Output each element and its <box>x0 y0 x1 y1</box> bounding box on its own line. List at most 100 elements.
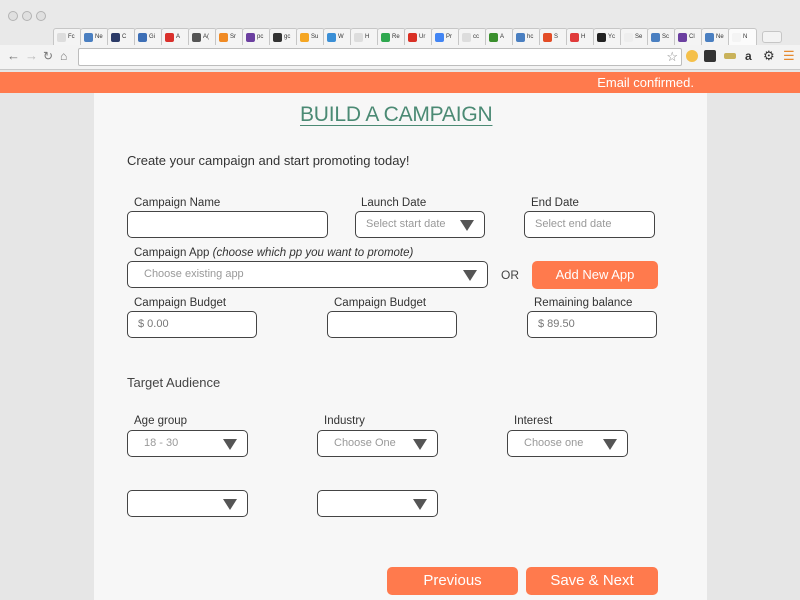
intro-text: Create your campaign and start promoting… <box>127 153 410 168</box>
menu-icon[interactable]: ☰ <box>783 49 795 63</box>
browser-tab[interactable]: C <box>107 28 136 46</box>
end-date-placeholder: Select end date <box>535 218 612 230</box>
browser-tab-label: A <box>500 34 505 40</box>
campaign-budget-2-input[interactable] <box>327 311 457 338</box>
browser-tab[interactable]: S <box>539 28 568 46</box>
window-zoom-button[interactable] <box>36 11 46 21</box>
browser-tab[interactable]: Gi <box>134 28 163 46</box>
home-icon[interactable]: ⌂ <box>60 49 67 63</box>
remaining-balance-label: Remaining balance <box>534 297 633 309</box>
browser-tab[interactable]: H <box>566 28 595 46</box>
chevrons-icon <box>84 33 93 42</box>
blank-icon <box>732 33 741 42</box>
browser-tab-label: Se <box>635 34 643 40</box>
document-icon <box>354 33 363 42</box>
blue-doc-icon <box>435 33 444 42</box>
grid-logo-icon <box>273 33 282 42</box>
campaign-app-label-hint: (choose which pp you want to promote) <box>212 247 414 259</box>
add-new-app-button[interactable]: Add New App <box>532 261 658 289</box>
notification-text: Email confirmed. <box>597 75 694 90</box>
browser-tab-bar: Fc Ne C Gi A A(Sr pc gc Su W H Re Ur Pr cc Ahc S H Yc Se Sc C… <box>0 0 800 46</box>
window-minimize-button[interactable] <box>22 11 32 21</box>
browser-tab-label: Sr <box>230 34 236 40</box>
interest-select[interactable]: Choose one <box>507 430 628 457</box>
campaign-budget-input[interactable]: $ 0.00 <box>127 311 257 338</box>
yc-logo-icon <box>597 33 606 42</box>
browser-tab[interactable]: Pr <box>431 28 460 46</box>
browser-tab[interactable]: Re <box>377 28 406 46</box>
browser-tab[interactable]: Su <box>296 28 325 46</box>
save-and-next-button[interactable]: Save & Next <box>526 567 658 595</box>
window-close-button[interactable] <box>8 11 18 21</box>
dropdown-arrow-icon <box>463 270 477 281</box>
age-group-select[interactable]: 18 - 30 <box>127 430 248 457</box>
browser-tab[interactable]: N <box>728 28 757 46</box>
browser-tab-label: Fc <box>68 34 75 40</box>
end-date-label: End Date <box>531 197 579 209</box>
bookmark-star-icon[interactable]: ☆ <box>666 49 678 65</box>
industry-placeholder: Choose One <box>334 437 396 449</box>
campaign-name-label: Campaign Name <box>134 197 221 209</box>
browser-tab[interactable]: A( <box>188 28 217 46</box>
browser-tab-label: hc <box>527 34 534 40</box>
address-bar[interactable]: ☆ <box>78 48 682 66</box>
browser-tab[interactable]: gc <box>269 28 298 46</box>
browser-tab[interactable]: pc <box>242 28 271 46</box>
chevrons-icon <box>705 33 714 42</box>
a-logo-icon <box>165 33 174 42</box>
reload-icon[interactable]: ↻ <box>43 49 53 63</box>
browser-tab[interactable]: Yc <box>593 28 622 46</box>
document-icon <box>57 33 66 42</box>
previous-button[interactable]: Previous <box>387 567 518 595</box>
browser-tab[interactable]: H <box>350 28 379 46</box>
back-arrow-icon[interactable]: ← <box>7 49 20 63</box>
red-logo-icon <box>408 33 417 42</box>
browser-tab-label: A <box>176 34 181 40</box>
campaign-app-placeholder: Choose existing app <box>144 268 244 280</box>
launch-date-select[interactable]: Select start date <box>355 211 485 238</box>
smiley-extension-icon[interactable] <box>686 50 698 62</box>
amazon-extension-icon[interactable]: a <box>745 49 752 63</box>
interest-placeholder: Choose one <box>524 437 584 449</box>
browser-tab[interactable]: A <box>485 28 514 46</box>
layers-extension-icon[interactable] <box>704 50 716 62</box>
campaign-app-label: Campaign App (choose which pp you want t… <box>134 247 413 259</box>
browser-tab[interactable]: Fc <box>53 28 82 46</box>
f-logo-icon <box>111 33 120 42</box>
browser-tab[interactable]: hc <box>512 28 541 46</box>
browser-toolbar: ← → ↻ ⌂ ☆ a ⚙ ☰ <box>0 45 800 70</box>
browser-tab[interactable]: Se <box>620 28 649 46</box>
dropdown-arrow-icon <box>413 499 427 510</box>
gear-logo-icon <box>192 33 201 42</box>
browser-tab[interactable]: Ur <box>404 28 433 46</box>
browser-tab-label: gc <box>284 34 291 40</box>
campaign-name-input[interactable] <box>127 211 328 238</box>
browser-tab-label: Sc <box>662 34 670 40</box>
end-date-input[interactable]: Select end date <box>524 211 655 238</box>
remaining-balance-input[interactable]: $ 89.50 <box>527 311 657 338</box>
browser-tab[interactable]: Sc <box>647 28 676 46</box>
extra-audience-select-1[interactable] <box>127 490 248 517</box>
browser-tab[interactable]: W <box>323 28 352 46</box>
age-group-label: Age group <box>134 415 188 427</box>
new-tab-button[interactable] <box>762 31 782 43</box>
g-logo-icon <box>651 33 660 42</box>
browser-tab[interactable]: Ne <box>701 28 730 46</box>
e-logo-icon <box>219 33 228 42</box>
browser-tab[interactable]: A <box>161 28 190 46</box>
browser-tab-label: Pr <box>446 34 452 40</box>
dropdown-arrow-icon <box>223 499 237 510</box>
dash-logo-icon <box>543 33 552 42</box>
dropdown-arrow-icon <box>413 439 427 450</box>
browser-tab[interactable]: cc <box>458 28 487 46</box>
browser-tab[interactable]: Cl <box>674 28 703 46</box>
gear-icon[interactable]: ⚙ <box>763 49 775 63</box>
extra-audience-select-2[interactable] <box>317 490 438 517</box>
browser-tab[interactable]: Ne <box>80 28 109 46</box>
age-group-value: 18 - 30 <box>144 437 179 449</box>
forward-arrow-icon[interactable]: → <box>25 49 38 63</box>
campaign-app-select[interactable]: Choose existing app <box>127 261 488 288</box>
industry-select[interactable]: Choose One <box>317 430 438 457</box>
browser-tab[interactable]: Sr <box>215 28 244 46</box>
key-extension-icon[interactable] <box>724 53 736 59</box>
